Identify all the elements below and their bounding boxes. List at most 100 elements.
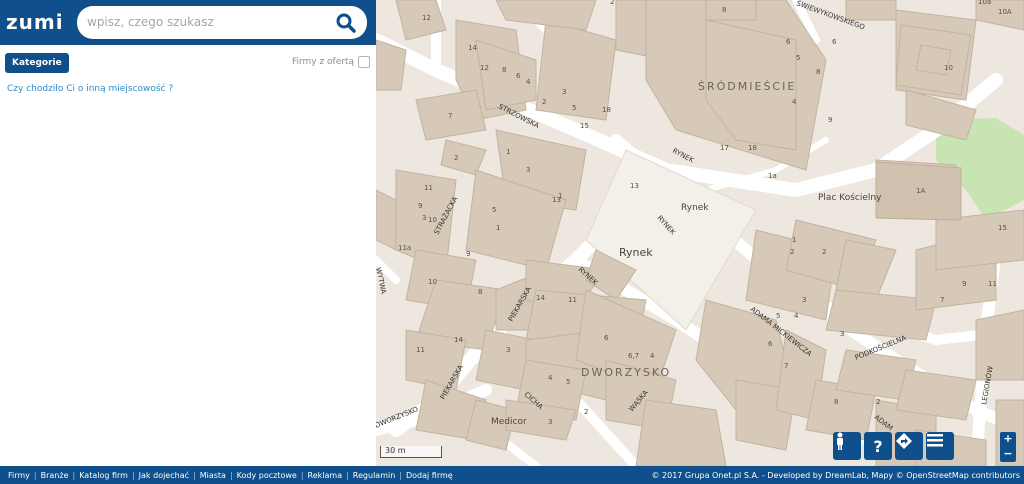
firmy-z-oferta-checkbox[interactable]	[358, 56, 370, 68]
house-number: 1A	[916, 187, 925, 195]
footer-link[interactable]: Kody pocztowe	[233, 471, 301, 480]
label-dworzysko: DWORZYSKO	[581, 366, 671, 379]
firmy-z-oferta-label: Firmy z ofertą	[291, 57, 354, 67]
house-number: 3	[506, 346, 510, 354]
house-number: 11	[416, 346, 425, 354]
house-number: 4	[794, 312, 799, 320]
house-number: 3	[840, 330, 844, 338]
app: zumi Kategorie Firmy z ofertą Czy chodzi…	[0, 0, 1024, 484]
search-box	[77, 6, 367, 39]
zumi-logo[interactable]: zumi	[6, 10, 64, 34]
zoom-in-button[interactable]: +	[1000, 432, 1016, 447]
footer-link[interactable]: Regulamin	[349, 471, 399, 480]
footer-link[interactable]: Miasta	[196, 471, 230, 480]
house-number: 9	[466, 250, 470, 258]
house-number: 10a	[978, 0, 991, 6]
house-number: 10	[428, 278, 437, 286]
house-number: 2	[876, 398, 880, 406]
streetview-button[interactable]	[833, 432, 861, 460]
footer-link[interactable]: Dodaj firmę	[402, 471, 457, 480]
house-number: 6	[832, 38, 837, 46]
house-number: 8	[816, 68, 820, 76]
house-number: 2	[822, 248, 826, 256]
footer-link[interactable]: Firmy	[4, 471, 34, 480]
menu-button[interactable]	[926, 432, 954, 460]
house-number: 12	[480, 64, 489, 72]
house-number: 1a	[768, 172, 777, 180]
house-number: 1	[496, 224, 500, 232]
house-number: 2	[790, 248, 794, 256]
kategorie-button[interactable]: Kategorie	[5, 53, 69, 73]
footer-links: Firmy | Branże | Katalog firm | Jak dojechać | M…	[4, 471, 457, 480]
house-number: 1	[558, 192, 562, 200]
firmy-z-oferta-filter[interactable]: Firmy z ofertą	[292, 56, 370, 68]
house-number: 5	[566, 378, 570, 386]
footer: Firmy | Branże | Katalog firm | Jak dojechać | M…	[0, 466, 1024, 484]
footer-link[interactable]: Reklama	[304, 471, 347, 480]
house-number: 8	[722, 6, 726, 14]
house-number: 7	[448, 112, 452, 120]
search-input[interactable]	[87, 12, 327, 32]
house-number: 13	[630, 182, 639, 190]
house-number: 15	[998, 224, 1007, 232]
footer-link[interactable]: Jak dojechać	[135, 471, 193, 480]
house-number: 11	[988, 280, 997, 288]
house-number: 9	[828, 116, 832, 124]
house-number: 11	[568, 296, 577, 304]
label-rynek-small: Rynek	[681, 203, 709, 213]
house-number: 9	[418, 202, 422, 210]
label-srodmiescie: ŚRÓDMIEŚCIE	[698, 80, 796, 93]
house-number: 2	[610, 0, 614, 6]
house-number: 8	[502, 66, 506, 74]
route-icon	[896, 433, 912, 449]
search-button[interactable]	[335, 12, 357, 34]
filters-bar: Kategorie Firmy z ofertą	[0, 52, 376, 76]
house-number: 4	[650, 352, 655, 360]
house-number: 4	[548, 374, 553, 382]
house-number: 5	[776, 312, 780, 320]
house-number: 3	[802, 296, 806, 304]
house-number: 3	[562, 88, 566, 96]
house-number: 8	[834, 398, 838, 406]
house-number: 5	[492, 206, 496, 214]
house-number: 6,7	[628, 352, 639, 360]
route-button[interactable]	[895, 432, 923, 460]
house-number: 18	[748, 144, 757, 152]
house-number: 10	[944, 64, 953, 72]
search-icon	[336, 13, 356, 33]
house-number: 6	[604, 334, 609, 342]
house-number: 17	[720, 144, 729, 152]
house-number: 2	[542, 98, 546, 106]
top-bar: zumi	[0, 0, 376, 45]
house-number: 7	[784, 362, 788, 370]
house-number: 6	[516, 72, 521, 80]
map-view[interactable]: ŚRÓDMIEŚCIE DWORZYSKO Rynek Rynek Plac K…	[376, 0, 1024, 466]
house-number: 12	[422, 14, 431, 22]
house-number: 1	[792, 236, 796, 244]
house-number: 10A	[998, 8, 1012, 16]
other-city-link[interactable]: Czy chodziło Ci o inną miejscowość ?	[7, 84, 173, 94]
map-canvas[interactable]: ŚRÓDMIEŚCIE DWORZYSKO Rynek Rynek Plac K…	[376, 0, 1024, 466]
house-number: 14	[468, 44, 477, 52]
house-number: 3	[422, 214, 426, 222]
map-scale: 30 m	[380, 446, 442, 458]
label-medicor: Medicor	[491, 417, 527, 427]
house-number: 11a	[398, 244, 411, 252]
house-number: 6	[768, 340, 773, 348]
house-number: 14	[536, 294, 545, 302]
house-number: 1	[506, 148, 510, 156]
person-icon	[837, 432, 843, 450]
footer-link[interactable]: Branże	[37, 471, 73, 480]
house-number: 2	[584, 408, 588, 416]
house-number: 7	[940, 296, 944, 304]
menu-icon	[927, 434, 943, 447]
footer-link[interactable]: Katalog firm	[75, 471, 132, 480]
house-number: 15	[580, 122, 589, 130]
help-button[interactable]: ?	[864, 432, 892, 460]
label-plac-koscielny: Plac Kościelny	[818, 192, 882, 203]
label-rynek-main: Rynek	[619, 246, 653, 259]
house-number: 4	[526, 78, 531, 86]
zoom-out-button[interactable]: −	[1000, 447, 1016, 462]
house-number: 18	[602, 106, 611, 114]
street-rynek-1: RYNEK	[671, 147, 695, 165]
